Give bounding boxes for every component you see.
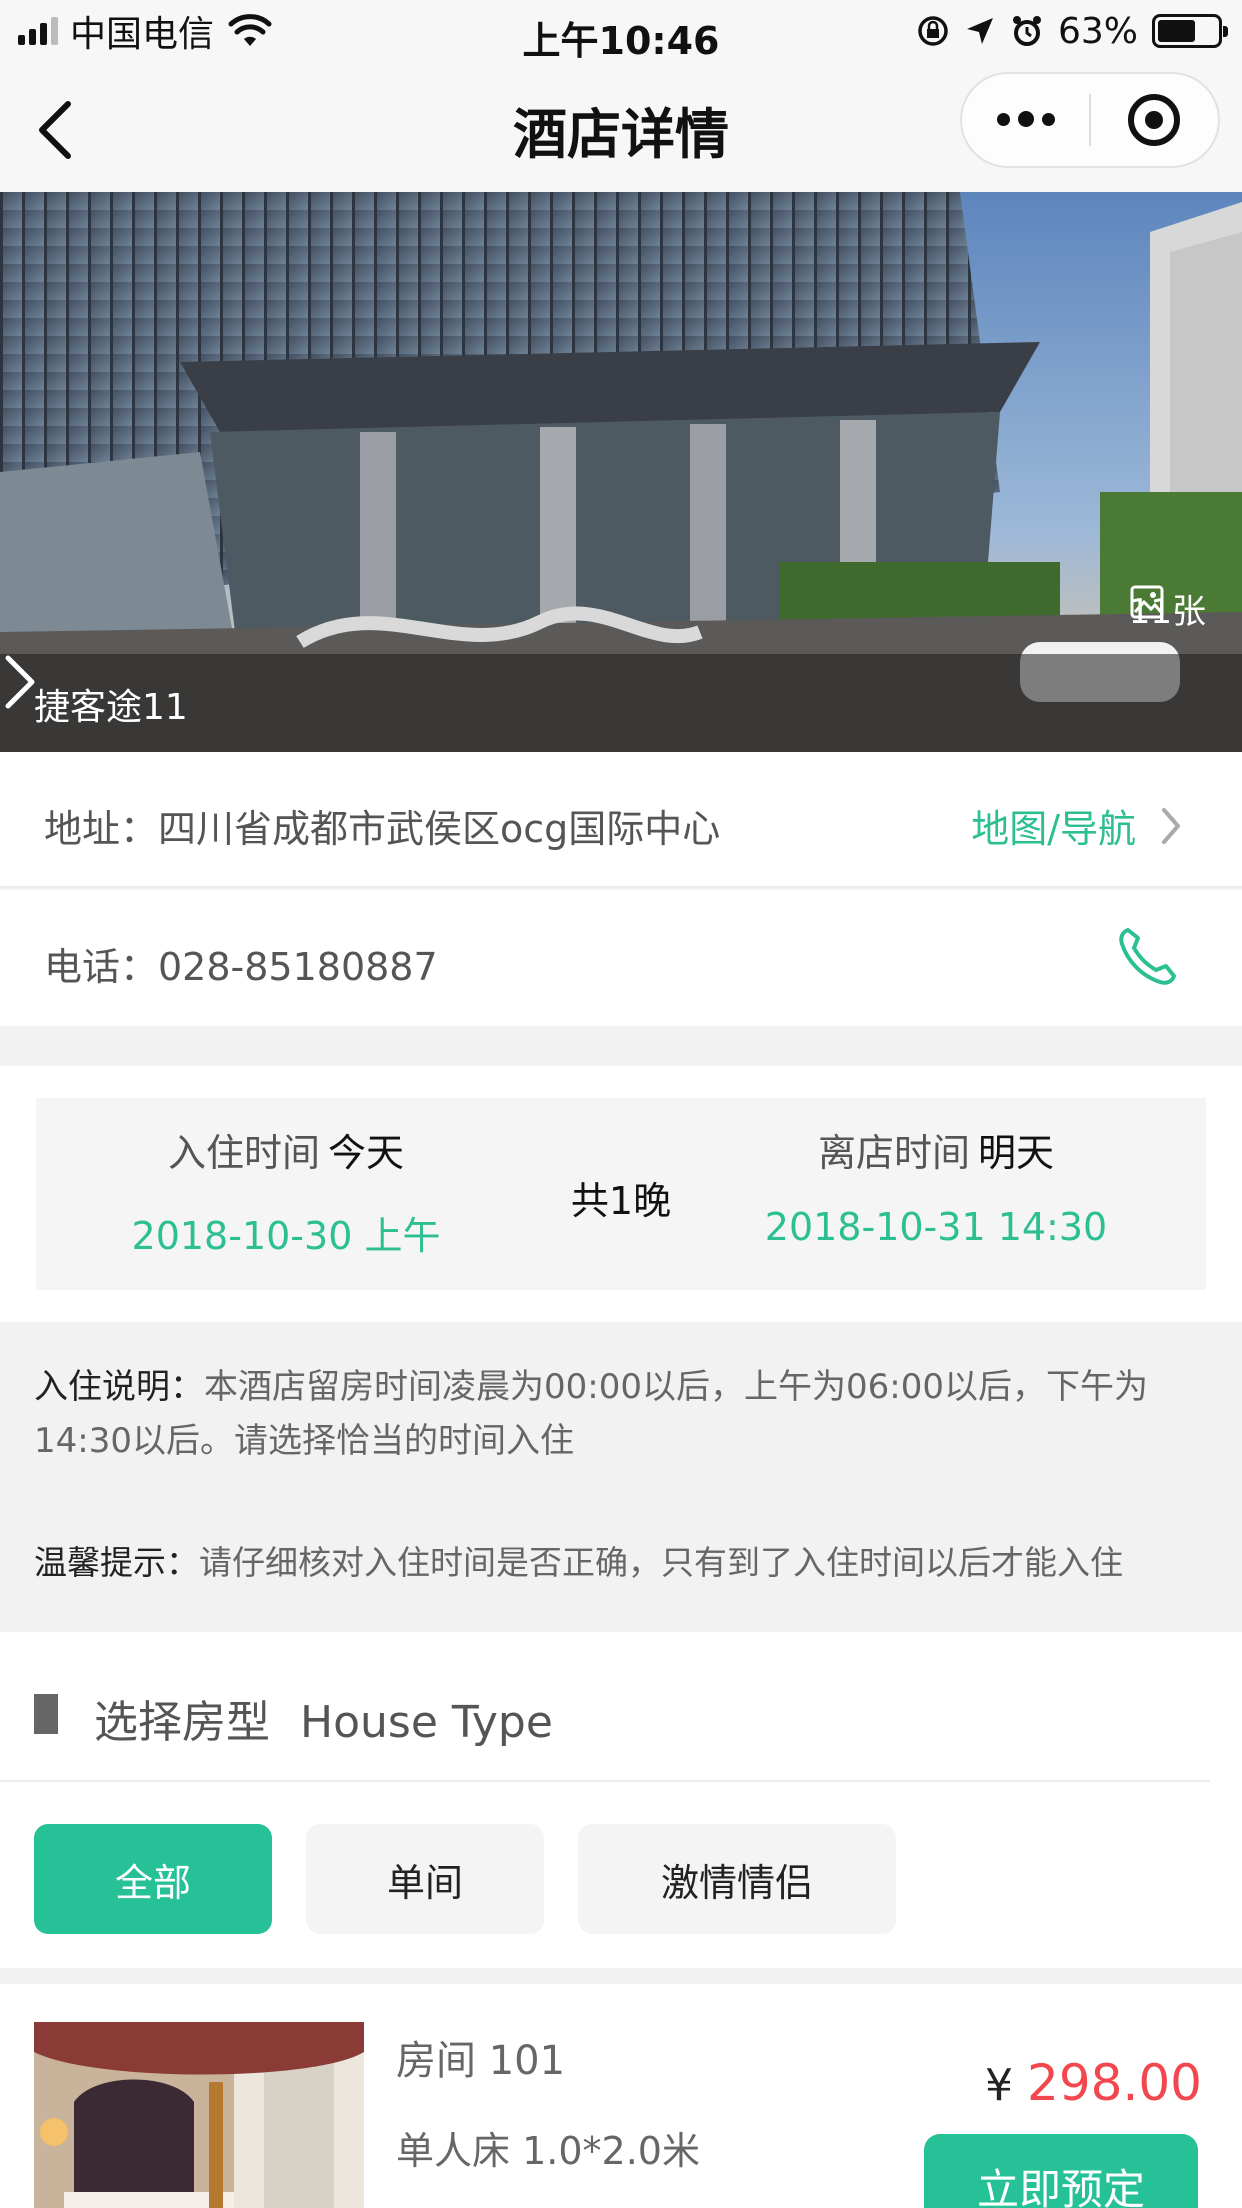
- filter-single[interactable]: 单间: [306, 1824, 544, 1934]
- room-card[interactable]: 房间 101 单人床 1.0*2.0米 ¥298.00 立即预定: [0, 1984, 1242, 2208]
- room-type-title: 选择房型 House Type: [94, 1686, 553, 1750]
- currency-symbol: ¥: [985, 2060, 1014, 2111]
- section-marker: [34, 1694, 58, 1734]
- tip-note: 温馨提示：请仔细核对入住时间是否正确，只有到了入住时间以后才能入住: [34, 1536, 1214, 1590]
- status-bar: 中国电信 上午10:46 63%: [0, 0, 1242, 63]
- nav-bar: 酒店详情: [0, 62, 1242, 192]
- checkout-label: 离店时间: [817, 1131, 970, 1175]
- hotel-name: 捷客途11: [34, 687, 188, 728]
- book-now-button[interactable]: 立即预定: [924, 2134, 1198, 2208]
- chevron-right-icon: [5, 655, 35, 709]
- battery-icon: [1152, 14, 1228, 48]
- address-row: 地址：四川省成都市武侯区ocg国际中心 地图/导航: [0, 752, 1242, 888]
- alarm-icon: [1012, 16, 1041, 46]
- hotel-name-bar[interactable]: 捷客途11: [0, 654, 1242, 752]
- stay-dates-card[interactable]: 入住时间 今天 2018-10-30 上午 共1晚 离店时间 明天 2018-10-…: [36, 1098, 1206, 1290]
- phone-row: 电话：028-85180887: [0, 890, 1242, 1026]
- image-icon: [1130, 585, 1164, 619]
- more-dots-icon: [996, 111, 1055, 127]
- address-text: 地址：四川省成都市武侯区ocg国际中心: [44, 807, 721, 851]
- notes-section: 入住说明：本酒店留房时间凌晨为00:00以后，上午为06:00以后，下午为14:…: [0, 1322, 1242, 1632]
- room-type-section: 选择房型 House Type 全部 单间 激情情侣: [0, 1632, 1242, 1968]
- checkin-note-title: 入住说明：: [34, 1367, 204, 1407]
- phone-icon[interactable]: [1114, 924, 1180, 990]
- checkout-day: 明天: [978, 1131, 1055, 1175]
- room-price: ¥298.00: [985, 2054, 1202, 2112]
- phone-text: 电话：028-85180887: [44, 945, 438, 989]
- checkin-note: 入住说明：本酒店留房时间凌晨为00:00以后，上午为06:00以后，下午为14:…: [34, 1360, 1214, 1468]
- filter-couple[interactable]: 激情情侣: [578, 1824, 896, 1934]
- status-right: 63%: [916, 10, 1228, 52]
- orientation-lock-icon: [918, 16, 948, 46]
- battery-percent: 63%: [1057, 10, 1138, 52]
- tip-note-text: 请仔细核对入住时间是否正确，只有到了入住时间以后才能入住: [199, 1543, 1123, 1582]
- stay-dates-section: 入住时间 今天 2018-10-30 上午 共1晚 离店时间 明天 2018-10-…: [0, 1066, 1242, 1322]
- checkin-label: 入住时间: [167, 1131, 320, 1175]
- room-type-title-cn: 选择房型: [94, 1697, 270, 1748]
- room-photo[interactable]: [34, 2022, 364, 2208]
- price-value: 298.00: [1027, 2054, 1202, 2112]
- checkout-value: 2018-10-31 14:30: [764, 1205, 1108, 1249]
- checkout-column: 离店时间 明天 2018-10-31 14:30: [716, 1122, 1156, 1249]
- tip-note-title: 温馨提示：: [34, 1543, 199, 1582]
- close-button[interactable]: [1091, 74, 1218, 166]
- close-target-icon: [1128, 94, 1181, 146]
- hotel-photo[interactable]: 11张 捷客途11: [0, 192, 1242, 752]
- checkin-day: 今天: [328, 1131, 405, 1175]
- more-button[interactable]: [962, 74, 1089, 166]
- section-divider: [0, 1968, 1242, 1984]
- chevron-right-icon: [1162, 807, 1180, 844]
- room-name: 房间 101: [396, 2038, 566, 2084]
- location-arrow-icon: [966, 18, 993, 44]
- room-bed-info: 单人床 1.0*2.0米: [396, 2129, 700, 2173]
- room-type-title-en: House Type: [300, 1697, 553, 1748]
- mini-program-capsule: [960, 72, 1220, 168]
- room-image: [34, 2022, 364, 2208]
- map-navigation-link[interactable]: 地图/导航: [971, 798, 1182, 853]
- room-type-header: 选择房型 House Type: [0, 1632, 1210, 1782]
- map-navigation-label: 地图/导航: [971, 807, 1136, 851]
- photo-count: 11张: [1129, 584, 1206, 633]
- filter-all[interactable]: 全部: [34, 1824, 272, 1934]
